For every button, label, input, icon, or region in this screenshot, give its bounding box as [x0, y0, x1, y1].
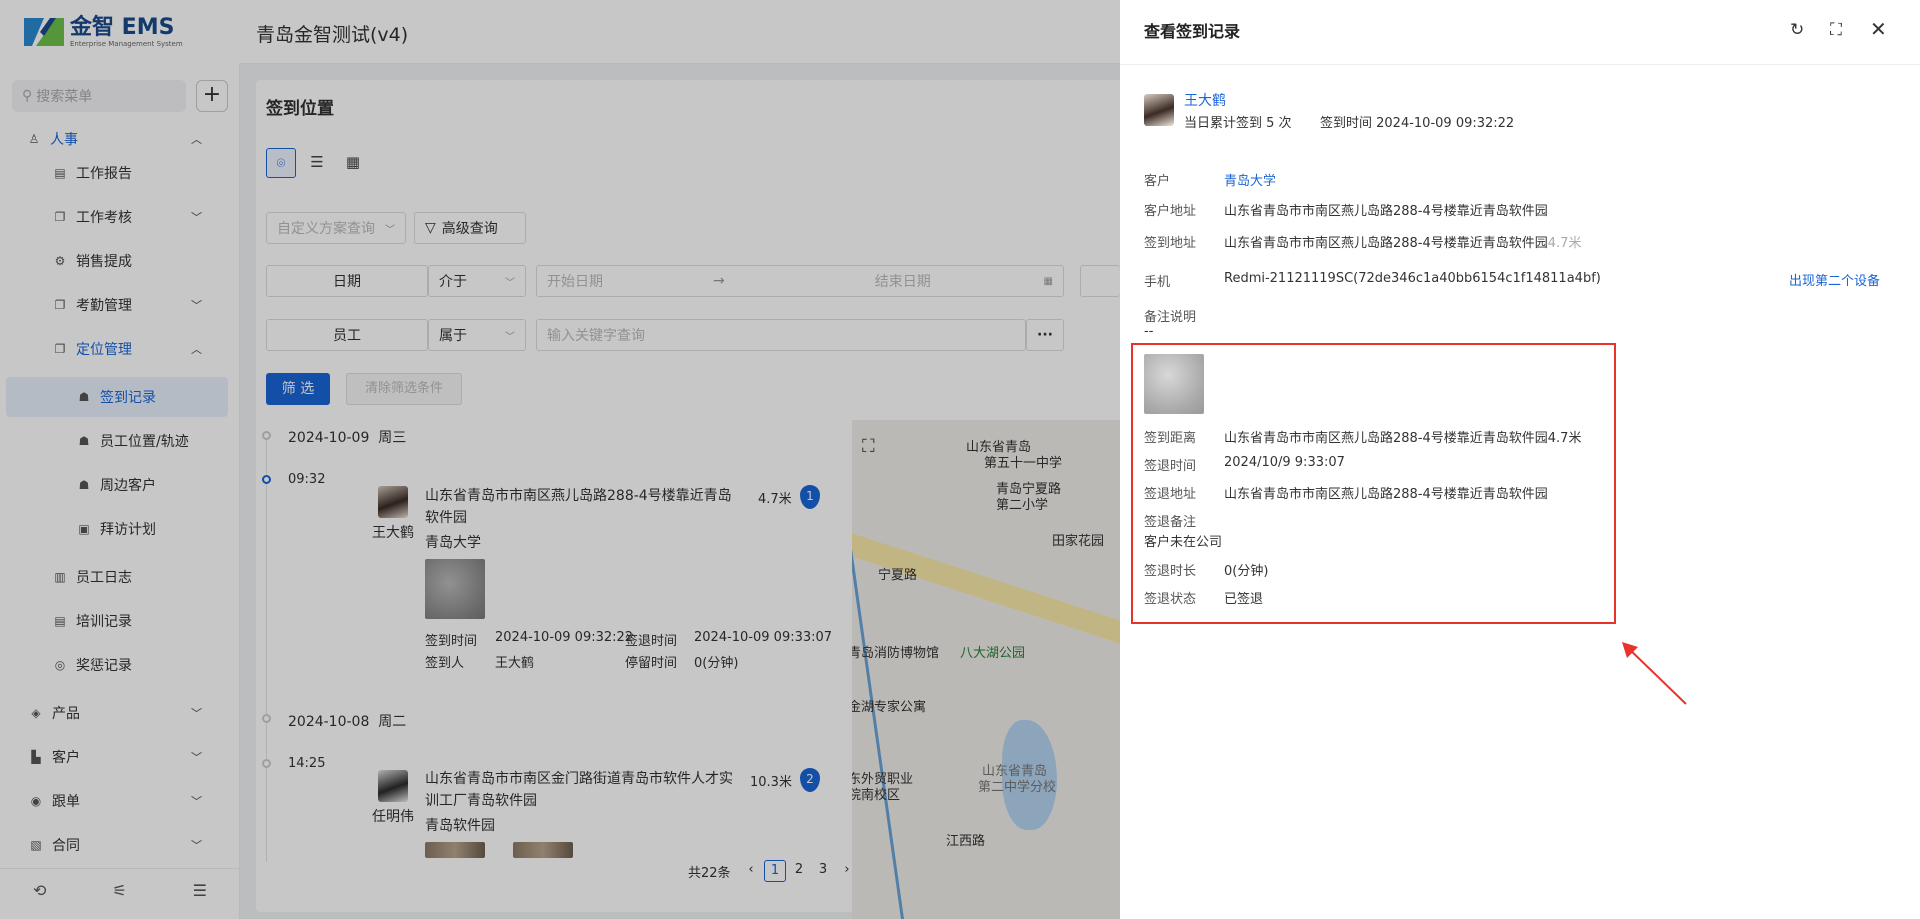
second-device-link[interactable]: 出现第二个设备: [1789, 270, 1880, 289]
checkin-address-text: 山东省青岛市市南区燕儿岛路288-4号楼靠近青岛软件园: [1224, 236, 1548, 251]
checkin-time-summary: 签到时间 2024-10-09 09:32:22: [1320, 116, 1515, 131]
maximize-icon[interactable]: ⛶: [1830, 20, 1842, 40]
phone-device-value: Redmi-21121119SC(72de346c1a40bb6154c1f14…: [1224, 271, 1601, 286]
customer-label: 客户: [1144, 174, 1171, 189]
customer-address-label: 客户地址: [1144, 204, 1197, 219]
phone-label: 手机: [1144, 275, 1171, 290]
annotation-arrow-icon: [1622, 642, 1687, 705]
highlight-annotation-box: [1131, 343, 1616, 624]
customer-address-value: 山东省青岛市市南区燕儿岛路288-4号楼靠近青岛软件园: [1224, 204, 1548, 219]
daily-checkin-count: 当日累计签到 5 次: [1184, 116, 1292, 131]
employee-name-link[interactable]: 王大鹤: [1184, 90, 1226, 110]
refresh-icon[interactable]: ↻: [1790, 20, 1804, 40]
drawer-divider: [1120, 64, 1920, 65]
close-icon[interactable]: ✕: [1870, 17, 1887, 41]
customer-link[interactable]: 青岛大学: [1224, 170, 1276, 189]
avatar: [1144, 94, 1174, 126]
checkin-address-value: 山东省青岛市市南区燕儿岛路288-4号楼靠近青岛软件园4.7米: [1224, 232, 1581, 251]
remark-label: 备注说明: [1144, 310, 1197, 325]
checkin-address-label: 签到地址: [1144, 236, 1197, 251]
checkin-address-distance: 4.7米: [1547, 236, 1582, 251]
remark-value: --: [1144, 324, 1154, 339]
drawer-title: 查看签到记录: [1144, 22, 1241, 41]
